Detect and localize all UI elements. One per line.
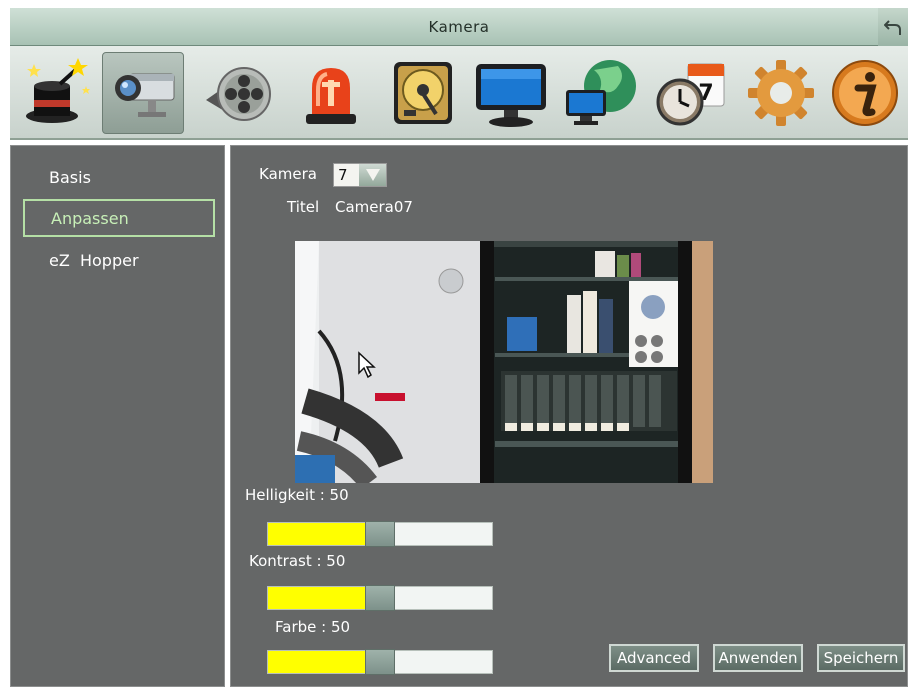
hard-disk-icon[interactable] [382,52,464,134]
alarm-light-icon[interactable] [290,52,372,134]
schedule-icon[interactable]: 7 [650,52,732,134]
sidebar-item-label: Anpassen [51,208,129,228]
color-slider-handle[interactable] [365,649,395,675]
monitor-icon[interactable] [470,52,552,134]
color-slider[interactable] [267,649,493,675]
title-label: Titel [287,198,320,216]
brightness-slider-fill [268,523,380,545]
contrast-slider-handle[interactable] [365,585,395,611]
camera-label: Kamera [259,165,317,183]
contrast-label: Kontrast : 50 [249,552,346,570]
contrast-slider[interactable] [267,585,493,611]
sidebar-item-ez-hopper[interactable]: eZ Hopper [23,241,215,279]
camera-select[interactable]: 7 [333,163,387,187]
brightness-slider[interactable] [267,521,493,547]
recording-reel-icon[interactable] [198,52,280,134]
settings-panel: Kamera 7 Titel Camera07 Helligkeit: 50 … [230,145,908,687]
sidebar-item-anpassen[interactable]: Anpassen [23,199,215,237]
apply-button[interactable]: Anwenden [713,644,803,672]
camera-icon[interactable] [102,52,184,134]
contrast-slider-fill [268,587,380,609]
gear-icon[interactable] [740,52,822,134]
sidebar: Basis Anpassen eZ Hopper [10,145,225,687]
save-button[interactable]: Speichern [817,644,905,672]
brightness-label: Helligkeit : 50 [245,486,349,504]
sidebar-item-label: eZ Hopper [49,250,139,270]
color-label: Farbe : 50 [275,618,351,636]
title-value: Camera07 [335,198,413,216]
advanced-button[interactable]: Advanced [609,644,699,672]
main-toolbar: 7 [10,46,908,140]
back-button[interactable] [878,8,908,46]
wizard-icon[interactable] [16,52,98,134]
color-slider-fill [268,651,380,673]
camera-select-value: 7 [338,166,348,184]
window-title: Kamera [428,17,490,36]
brightness-slider-handle[interactable] [365,521,395,547]
sidebar-item-label: Basis [49,167,91,187]
title-bar: Kamera [10,8,908,46]
camera-preview [295,241,713,483]
back-arrow-icon [884,20,901,35]
info-icon[interactable] [824,52,906,134]
sidebar-item-basis[interactable]: Basis [23,158,215,196]
network-icon[interactable] [560,52,642,134]
chevron-down-icon[interactable] [359,164,386,186]
